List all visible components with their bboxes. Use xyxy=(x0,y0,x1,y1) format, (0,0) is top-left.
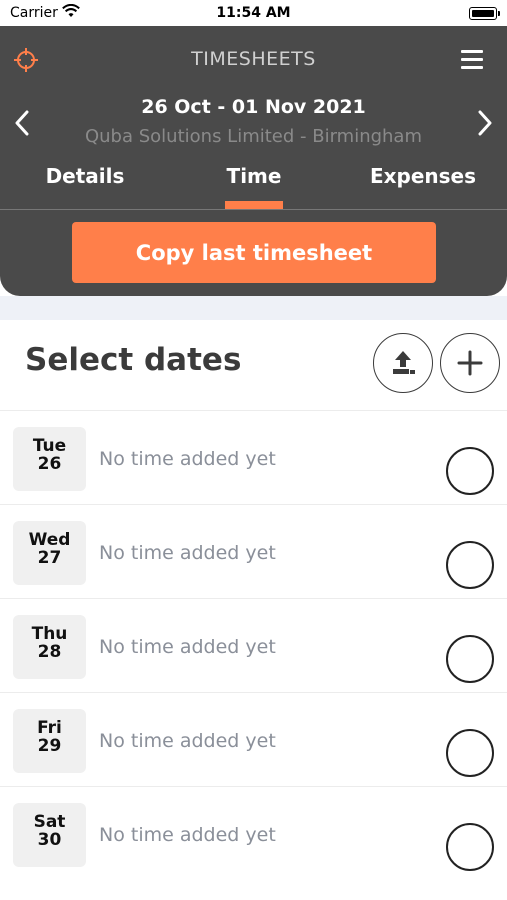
background-strip xyxy=(0,296,507,320)
battery-icon xyxy=(469,7,500,20)
hamburger-menu-icon[interactable] xyxy=(461,50,483,70)
date-chip: Thu 28 xyxy=(13,615,86,679)
day-number: 26 xyxy=(37,454,62,474)
select-date-radio[interactable] xyxy=(446,447,494,495)
active-tab-indicator xyxy=(225,201,283,209)
date-chip: Sat 30 xyxy=(13,803,86,867)
upload-icon xyxy=(393,351,415,374)
tab-time[interactable]: Time xyxy=(195,164,313,188)
day-of-week: Tue xyxy=(32,436,67,456)
day-number: 27 xyxy=(37,548,62,568)
date-chip: Tue 26 xyxy=(13,427,86,491)
status-time: 11:54 AM xyxy=(216,5,291,21)
day-of-week: Sat xyxy=(33,812,66,832)
company-name: Quba Solutions Limited - Birmingham xyxy=(84,126,423,147)
date-chip: Wed 27 xyxy=(13,521,86,585)
tab-details[interactable]: Details xyxy=(20,164,150,188)
time-status: No time added yet xyxy=(99,542,276,564)
divider xyxy=(0,209,507,210)
date-row-wed[interactable]: Wed 27 No time added yet xyxy=(0,504,507,598)
select-date-radio[interactable] xyxy=(446,541,494,589)
day-of-week: Wed xyxy=(28,530,71,550)
date-chip: Fri 29 xyxy=(13,709,86,773)
date-row-fri[interactable]: Fri 29 No time added yet xyxy=(0,692,507,786)
section-title: Select dates xyxy=(25,342,242,378)
chevron-right-icon[interactable] xyxy=(475,108,495,138)
date-range: 26 Oct - 01 Nov 2021 xyxy=(141,96,366,118)
day-of-week: Fri xyxy=(37,718,62,738)
time-status: No time added yet xyxy=(99,824,276,846)
time-status: No time added yet xyxy=(99,448,276,470)
day-number: 28 xyxy=(37,642,62,662)
day-number: 29 xyxy=(37,736,62,756)
timesheet-header: TIMESHEETS 26 Oct - 01 Nov 2021 Quba Sol… xyxy=(0,26,507,296)
date-list: Tue 26 No time added yet Wed 27 No time … xyxy=(0,410,507,880)
day-number: 30 xyxy=(37,830,62,850)
date-row-sat[interactable]: Sat 30 No time added yet xyxy=(0,786,507,880)
status-bar: Carrier 11:54 AM xyxy=(0,0,507,28)
plus-icon xyxy=(457,350,483,376)
add-time-button[interactable] xyxy=(440,333,500,393)
select-date-radio[interactable] xyxy=(446,729,494,777)
date-row-thu[interactable]: Thu 28 No time added yet xyxy=(0,598,507,692)
date-row-tue[interactable]: Tue 26 No time added yet xyxy=(0,410,507,504)
copy-last-timesheet-button[interactable]: Copy last timesheet xyxy=(72,222,436,283)
tab-expenses[interactable]: Expenses xyxy=(352,164,494,188)
time-status: No time added yet xyxy=(99,730,276,752)
select-date-radio[interactable] xyxy=(446,635,494,683)
page-title: TIMESHEETS xyxy=(191,48,316,70)
day-of-week: Thu xyxy=(31,624,68,644)
select-date-radio[interactable] xyxy=(446,823,494,871)
time-status: No time added yet xyxy=(99,636,276,658)
upload-button[interactable] xyxy=(373,333,433,393)
